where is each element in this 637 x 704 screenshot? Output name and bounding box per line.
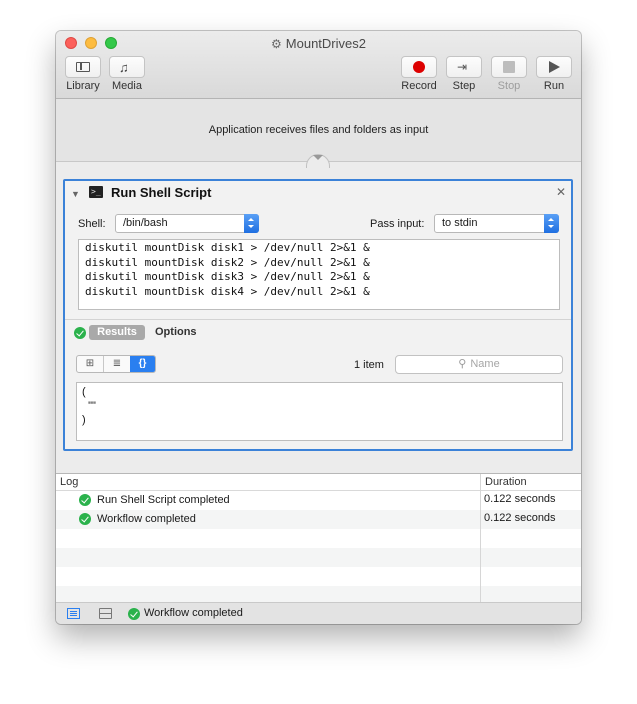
item-count: 1 item (354, 359, 384, 371)
success-check-icon (128, 608, 140, 620)
log-row[interactable]: Workflow completed 0.122 seconds (56, 510, 581, 529)
automator-window: ⚙ MountDrives2 Library ♫ Media Record ⇥ S… (56, 31, 581, 624)
step-icon: ⇥ (457, 60, 468, 74)
log-duration: 0.122 seconds (484, 493, 556, 505)
code-view-button[interactable]: {} (130, 356, 155, 372)
shell-select-value: /bin/bash (123, 217, 168, 229)
log-row[interactable]: Run Shell Script completed 0.122 seconds (56, 491, 581, 510)
result-line: ( (82, 386, 86, 398)
pass-input-label: Pass input: (370, 218, 425, 230)
success-check-icon (79, 513, 91, 525)
log-row-empty (56, 548, 581, 567)
log-row-empty (56, 586, 581, 603)
log-message: Workflow completed (97, 513, 196, 525)
media-icon: ♫ (119, 60, 129, 75)
library-button[interactable] (65, 56, 101, 78)
stop-button[interactable] (491, 56, 527, 78)
library-icon (76, 62, 90, 72)
pass-input-select[interactable]: to stdin (434, 214, 559, 233)
banner-text: Application receives files and folders a… (208, 124, 429, 136)
icon-view-button[interactable]: ⊞ (77, 356, 104, 372)
success-check-icon (74, 327, 86, 339)
stop-icon (503, 61, 515, 73)
automator-document-icon: ⚙ (271, 37, 282, 51)
show-variables-icon[interactable] (99, 608, 112, 619)
run-shell-script-action: ▼ >_ Run Shell Script ✕ Shell: /bin/bash… (63, 179, 573, 451)
remove-action-icon[interactable]: ✕ (556, 185, 566, 199)
step-label: Step (452, 80, 476, 92)
select-stepper-icon (544, 214, 559, 233)
disclosure-triangle-icon[interactable]: ▼ (71, 189, 80, 199)
results-search-field[interactable]: ⚲ Name (395, 355, 563, 374)
terminal-icon: >_ (89, 186, 103, 198)
result-line: "" (82, 400, 96, 412)
log-row-empty (56, 529, 581, 548)
play-icon (549, 61, 560, 73)
record-label: Record (401, 80, 437, 92)
column-separator[interactable] (480, 474, 481, 603)
script-line: diskutil mountDisk disk1 > /dev/null 2>&… (85, 241, 370, 254)
script-line: diskutil mountDisk disk2 > /dev/null 2>&… (85, 255, 370, 269)
log-panel: Log Duration Run Shell Script completed … (56, 473, 581, 603)
show-log-icon[interactable] (67, 608, 80, 619)
section-divider (65, 319, 571, 320)
results-view[interactable]: ( "" ) (76, 382, 563, 441)
shell-select[interactable]: /bin/bash (115, 214, 259, 233)
result-line: ) (82, 414, 86, 426)
media-button[interactable]: ♫ (109, 56, 145, 78)
script-line: diskutil mountDisk disk3 > /dev/null 2>&… (85, 270, 370, 283)
library-label: Library (66, 80, 100, 92)
run-label: Run (543, 80, 565, 92)
window-title: ⚙ MountDrives2 (56, 36, 581, 51)
tab-results[interactable]: Results (89, 325, 145, 340)
search-icon: ⚲ (458, 358, 467, 370)
stop-label: Stop (497, 80, 521, 92)
log-duration: 0.122 seconds (484, 512, 556, 524)
log-row-empty (56, 567, 581, 586)
media-label: Media (112, 80, 142, 92)
workflow-input-banner: Application receives files and folders a… (56, 99, 581, 162)
log-header: Log Duration (56, 474, 581, 491)
search-placeholder: Name (470, 358, 500, 370)
view-mode-control: ⊞ ≣ {} (76, 355, 156, 373)
title-toolbar: ⚙ MountDrives2 Library ♫ Media Record ⇥ S… (56, 31, 581, 99)
tab-options[interactable]: Options (155, 326, 197, 338)
shell-label: Shell: (78, 218, 106, 230)
log-column-header[interactable]: Log (60, 474, 78, 490)
record-icon (413, 61, 425, 73)
status-text: Workflow completed (144, 607, 243, 619)
script-line: diskutil mountDisk disk4 > /dev/null 2>&… (85, 284, 370, 298)
script-editor[interactable]: diskutil mountDisk disk1 > /dev/null 2>&… (78, 239, 560, 310)
action-title: Run Shell Script (111, 185, 212, 200)
status-bar: Workflow completed (56, 602, 581, 624)
success-check-icon (79, 494, 91, 506)
list-view-button[interactable]: ≣ (104, 356, 131, 372)
run-button[interactable] (536, 56, 572, 78)
step-button[interactable]: ⇥ (446, 56, 482, 78)
log-message: Run Shell Script completed (97, 494, 230, 506)
record-button[interactable] (401, 56, 437, 78)
pass-input-select-value: to stdin (442, 217, 478, 229)
select-stepper-icon (244, 214, 259, 233)
window-title-text: MountDrives2 (285, 36, 366, 51)
duration-column-header[interactable]: Duration (485, 474, 527, 490)
